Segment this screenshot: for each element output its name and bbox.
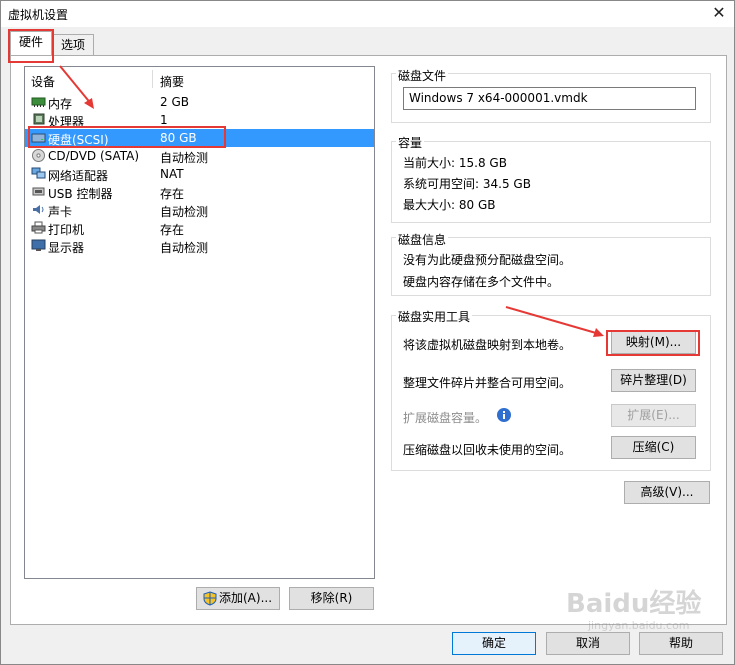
watermark-brand: Baidu经验 (566, 589, 702, 619)
arrow-to-hard-disk (59, 65, 93, 106)
annotation-arrows (59, 65, 604, 337)
watermark-url: jingyan.baidu.com (588, 619, 690, 632)
arrow-head-hard-disk (84, 98, 94, 109)
arrow-to-map-button (505, 306, 597, 334)
arrow-head-map-button (593, 328, 604, 337)
baidu-watermark: Baidu经验 jingyan.baidu.com (566, 583, 726, 643)
